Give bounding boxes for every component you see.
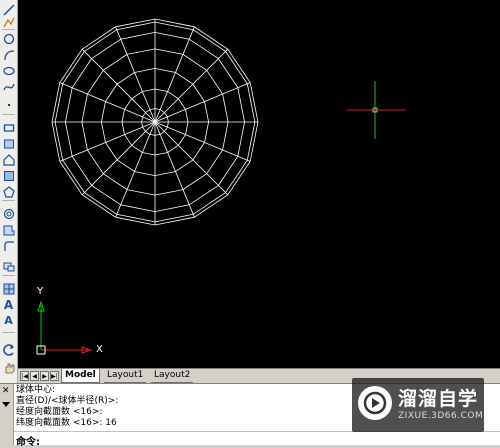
close-icon[interactable]: ✕ — [2, 386, 10, 396]
command-history-line: 直径(D)/<球体半径(R)>: — [16, 396, 119, 406]
command-history-line: 纬度向截面数 <16>: 16 — [16, 418, 117, 428]
command-input[interactable]: 命令: — [14, 431, 500, 448]
mtext-tool-icon[interactable]: A — [1, 297, 16, 312]
ucs-y-label: Y — [37, 286, 44, 297]
watermark-title: 溜溜自学 — [398, 388, 479, 410]
revcloud-tool-icon[interactable] — [1, 238, 16, 253]
table-tool-icon[interactable] — [1, 281, 16, 296]
command-history-line: 经度向截面数 <16>: — [16, 407, 103, 417]
drawing-area — [36, 18, 406, 355]
tab-layout1[interactable]: Layout1 — [104, 369, 147, 383]
ellipse-tool-icon[interactable] — [1, 63, 16, 78]
house-shape-icon[interactable] — [1, 152, 16, 167]
tab-nav-next-button[interactable]: ▶ — [40, 371, 49, 381]
command-window-gutter: ✕ — [0, 384, 14, 445]
tab-nav-prev-button[interactable]: ◀ — [30, 371, 39, 381]
pan-hand-icon[interactable] — [1, 360, 16, 375]
tab-nav-last-button[interactable]: ▶| — [50, 371, 59, 381]
region-tool-icon[interactable] — [1, 222, 16, 237]
arc-tool-icon[interactable] — [1, 47, 16, 62]
block-tool-icon[interactable] — [1, 258, 16, 273]
polygon-tool-icon[interactable] — [1, 184, 16, 199]
watermark-badge: 溜溜自学 ZIXUE.3D66.COM — [352, 378, 484, 432]
drawing-canvas[interactable]: Y X — [18, 0, 500, 368]
rectangle-tool-icon[interactable] — [1, 120, 16, 135]
play-logo-icon — [358, 386, 392, 420]
command-prompt-label: 命令: — [16, 437, 40, 448]
toolbar-separator — [2, 332, 15, 333]
toolbar-separator — [2, 29, 15, 30]
command-history-line: 球体中心: — [16, 385, 56, 395]
box-tool-icon[interactable] — [1, 136, 16, 151]
donut-tool-icon[interactable] — [1, 206, 16, 221]
text-tool-icon[interactable]: A — [1, 313, 16, 328]
toolbar-separator — [2, 114, 15, 115]
spline-tool-icon[interactable] — [1, 79, 16, 94]
toolbar-separator — [2, 200, 15, 201]
circle-tool-icon[interactable] — [1, 31, 16, 46]
tab-model[interactable]: Model — [61, 369, 100, 383]
hatch-tool-icon[interactable] — [1, 168, 16, 183]
wireframe-sphere — [51, 18, 259, 226]
polyline-tool-icon[interactable] — [1, 14, 16, 29]
tab-layout2[interactable]: Layout2 — [151, 369, 194, 383]
dropdown-arrow-icon[interactable] — [2, 402, 10, 407]
ucs-x-label: X — [96, 344, 103, 355]
point-tool-icon[interactable] — [1, 97, 16, 112]
undo-rotate-icon[interactable] — [1, 342, 16, 357]
ucs-icon — [36, 300, 93, 355]
tab-nav-first-button[interactable]: |◀ — [20, 371, 29, 381]
watermark-url: ZIXUE.3D66.COM — [398, 411, 484, 421]
toolbar-separator — [2, 275, 15, 276]
draw-toolbar: A A — [0, 0, 18, 383]
crosshair-cursor — [347, 81, 406, 139]
